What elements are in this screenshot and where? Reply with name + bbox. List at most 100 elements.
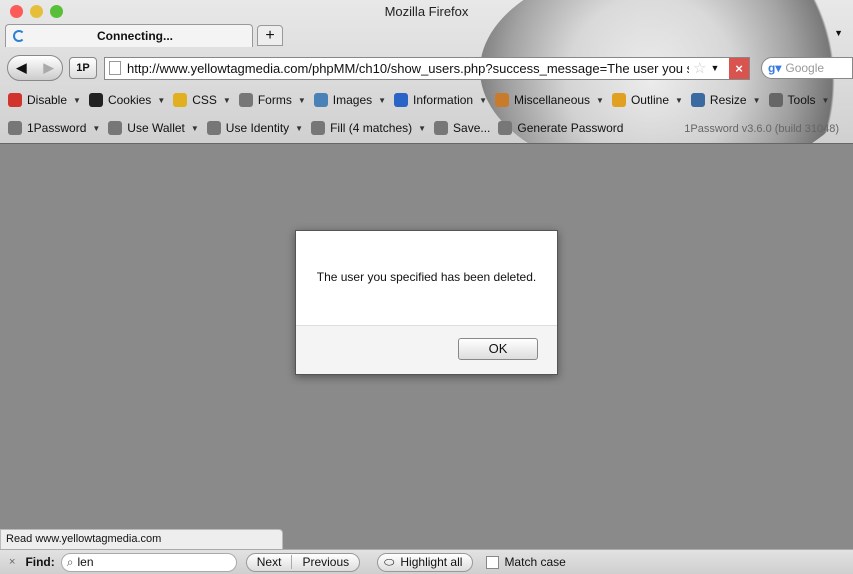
css-wand-icon [173, 93, 188, 107]
disable-icon [8, 93, 22, 107]
toolbar-item-label: Fill (4 matches) [330, 121, 413, 135]
url-input[interactable]: http://www.yellowtagmedia.com/phpMM/ch10… [127, 61, 689, 76]
dropdown-arrow-icon[interactable]: ▼ [675, 96, 683, 105]
close-window-button[interactable] [10, 5, 23, 18]
minimize-window-button[interactable] [30, 5, 43, 18]
onepassword-button[interactable]: 1P [69, 57, 97, 79]
tools-icon [768, 93, 783, 107]
toolbar-item-label: Miscellaneous [514, 93, 591, 107]
highlight-icon: ⬭ [384, 554, 395, 569]
window-controls [10, 5, 63, 18]
toolbar-item-label: Tools [787, 93, 816, 107]
toolbar-item-label: CSS [192, 93, 217, 107]
window-title: Mozilla Firefox [384, 4, 469, 19]
onepassword-save[interactable]: Save... [434, 121, 490, 135]
search-icon: ⌕ [66, 554, 74, 569]
match-case-label[interactable]: Match case [504, 555, 565, 569]
toolbar-item-label: Generate Password [517, 121, 624, 135]
google-icon: g▾ [768, 61, 782, 75]
find-label: Find: [25, 555, 55, 569]
dropdown-arrow-icon[interactable]: ▼ [596, 96, 604, 105]
onepassword-fill-4-matches[interactable]: Fill (4 matches) ▼ [311, 121, 426, 135]
webdev-images[interactable]: Images ▼ [313, 93, 386, 107]
toolbar-item-label: Outline [630, 93, 669, 107]
tab-list-chevron-icon[interactable]: ▼ [834, 28, 843, 38]
images-icon [313, 93, 328, 107]
onepassword-toolbar: 1Password ▼ Use Wallet ▼ Use Identity ▼ Fill (… [8, 121, 631, 135]
highlight-all-label: Highlight all [400, 555, 463, 569]
toolbar-item-label: Information [413, 93, 474, 107]
highlight-all-button[interactable]: ⬭ Highlight all [377, 552, 474, 572]
identity-icon [206, 121, 221, 135]
onepassword-generate-password[interactable]: Generate Password [498, 121, 623, 135]
onepassword-use-wallet[interactable]: Use Wallet ▼ [108, 121, 199, 135]
onepassword-1password[interactable]: 1Password ▼ [8, 121, 100, 135]
status-bar: Read www.yellowtagmedia.com [0, 529, 283, 549]
cookie-person-icon [88, 93, 103, 107]
onepassword-version: 1Password v3.6.0 (build 31048) [684, 123, 839, 135]
navigation-bar: ◀ ▶ 1P http://www.yellowtagmedia.com/php… [7, 55, 750, 81]
forms-icon [238, 93, 253, 107]
dropdown-arrow-icon[interactable]: ▼ [753, 96, 761, 105]
browser-chrome: Mozilla Firefox Connecting... + ▼ ◀ ▶ 1P… [0, 0, 853, 144]
match-case-checkbox[interactable] [486, 555, 500, 569]
find-input-value[interactable]: len [78, 555, 94, 569]
ok-button[interactable]: OK [458, 338, 538, 360]
dropdown-arrow-icon[interactable]: ▼ [157, 96, 165, 105]
find-next-button[interactable]: Next [247, 555, 292, 569]
stop-button[interactable]: × [729, 57, 749, 79]
webdev-resize[interactable]: Resize ▼ [690, 93, 761, 107]
webdev-outline[interactable]: Outline ▼ [611, 93, 683, 107]
find-nav-group: Next Previous [245, 552, 361, 572]
webdev-disable[interactable]: Disable ▼ [8, 93, 81, 107]
toolbar-item-label: Resize [709, 93, 747, 107]
find-input[interactable]: ⌕ len [60, 552, 237, 572]
webdev-information[interactable]: Information ▼ [394, 93, 487, 107]
url-bar[interactable]: http://www.yellowtagmedia.com/phpMM/ch10… [104, 56, 750, 80]
dropdown-arrow-icon[interactable]: ▼ [479, 96, 487, 105]
dropdown-arrow-icon[interactable]: ▼ [295, 124, 303, 133]
zoom-window-button[interactable] [50, 5, 63, 18]
miscellaneous-icon [495, 93, 509, 107]
webdev-forms[interactable]: Forms ▼ [238, 93, 306, 107]
loading-spinner-icon [13, 30, 25, 42]
forward-button[interactable]: ▶ [35, 60, 62, 76]
bookmark-star-icon[interactable]: ☆ [693, 59, 706, 77]
dropdown-arrow-icon[interactable]: ▼ [191, 124, 199, 133]
toolbar-item-label: Use Wallet [127, 121, 185, 135]
hammer-icon [498, 121, 513, 135]
save-icon [434, 121, 449, 135]
webdev-cookies[interactable]: Cookies ▼ [88, 93, 165, 107]
dropdown-arrow-icon[interactable]: ▼ [73, 96, 81, 105]
search-box[interactable]: g▾ Google [761, 57, 853, 79]
toolbar-item-label: 1Password [27, 121, 87, 135]
toolbar-item-label: Use Identity [225, 121, 290, 135]
find-previous-button[interactable]: Previous [291, 555, 359, 569]
dropdown-arrow-icon[interactable]: ▼ [822, 96, 830, 105]
dropdown-arrow-icon[interactable]: ▼ [298, 96, 306, 105]
toolbar-item-label: Forms [257, 93, 292, 107]
history-dropdown-icon[interactable]: ▼ [710, 63, 719, 73]
page-icon [109, 61, 121, 75]
onepassword-icon [8, 121, 22, 135]
webdev-tools[interactable]: Tools ▼ [768, 93, 830, 107]
back-forward-group: ◀ ▶ [7, 55, 63, 81]
webdev-miscellaneous[interactable]: Miscellaneous ▼ [495, 93, 604, 107]
tab-connecting[interactable]: Connecting... [5, 24, 253, 47]
back-button[interactable]: ◀ [8, 60, 35, 76]
web-developer-toolbar: Disable ▼ Cookies ▼ CSS ▼ Forms ▼ Images ▼ Informa… [8, 93, 837, 107]
dropdown-arrow-icon[interactable]: ▼ [223, 96, 231, 105]
dropdown-arrow-icon[interactable]: ▼ [378, 96, 386, 105]
close-find-bar-button[interactable]: × [9, 556, 15, 568]
wallet-icon [108, 121, 123, 135]
alert-dialog: The user you specified has been deleted.… [295, 230, 558, 375]
new-tab-button[interactable]: + [257, 25, 283, 46]
tab-label: Connecting... [97, 29, 173, 43]
dropdown-arrow-icon[interactable]: ▼ [418, 124, 426, 133]
onepassword-use-identity[interactable]: Use Identity ▼ [206, 121, 303, 135]
dropdown-arrow-icon[interactable]: ▼ [92, 124, 100, 133]
webdev-css[interactable]: CSS ▼ [173, 93, 231, 107]
resize-icon [690, 93, 705, 107]
dialog-message: The user you specified has been deleted. [296, 231, 557, 326]
search-input[interactable]: Google [785, 61, 824, 75]
